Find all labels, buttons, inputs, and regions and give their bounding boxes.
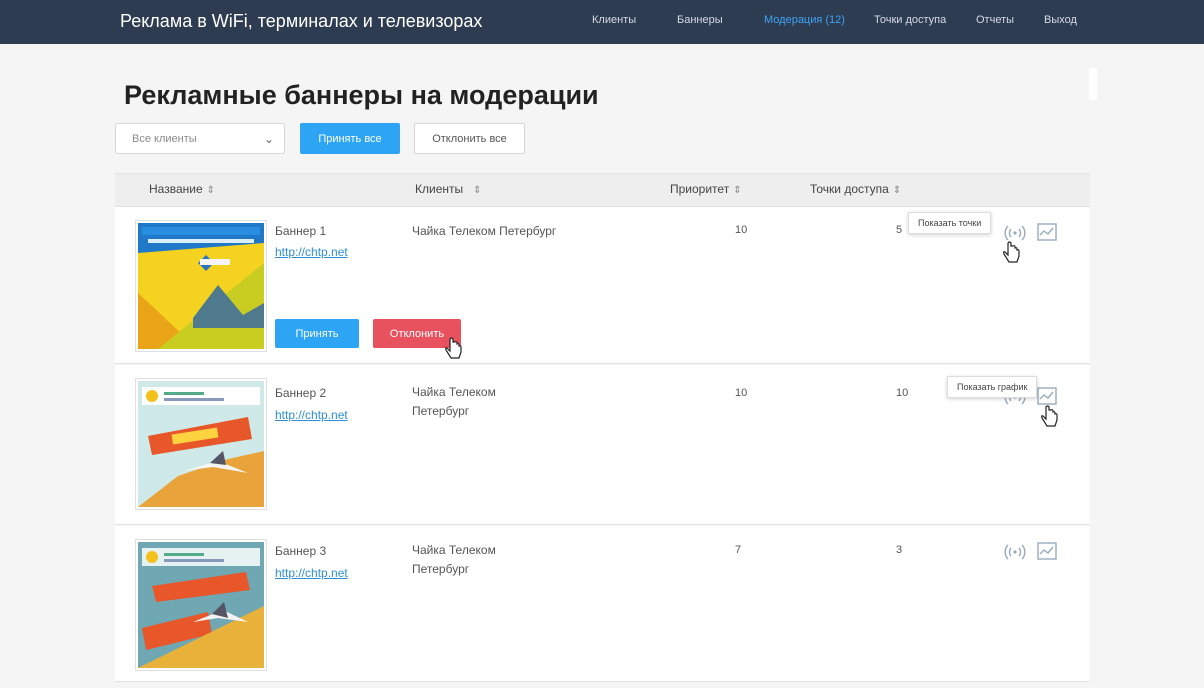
line-chart-icon[interactable] [1037, 542, 1057, 560]
hand-pointer-icon [1003, 241, 1020, 263]
banner-client: Чайка Телеком Петербург [412, 224, 557, 238]
banner-link[interactable]: http://chtp.net [275, 245, 348, 259]
banner-image [138, 381, 264, 507]
client-filter-value: Все клиенты [132, 133, 197, 145]
column-header-name[interactable]: Название ⇕ [149, 182, 215, 196]
client-filter-select[interactable]: Все клиенты ⌄ [115, 123, 285, 154]
sort-icon: ⇕ [206, 185, 216, 196]
column-header-points-label: Точки доступа [810, 182, 889, 196]
banner-name: Баннер 2 [275, 386, 327, 400]
nav-item-moderation[interactable]: Модерация (12) [764, 14, 845, 26]
sort-icon: ⇕ [892, 185, 902, 196]
table-row: Баннер 3 http://chtp.net Чайка Телеком П… [115, 526, 1090, 682]
reject-all-button[interactable]: Отклонить все [414, 123, 525, 154]
banner-priority: 7 [735, 544, 742, 556]
banner-client: Чайка Телеком Петербург [412, 383, 496, 421]
banner-link[interactable]: http://chtp.net [275, 408, 348, 422]
nav-item-banners[interactable]: Баннеры [677, 14, 723, 26]
wifi-signal-icon[interactable] [1004, 542, 1026, 562]
column-header-clients-label: Клиенты [415, 182, 464, 196]
tooltip-show-chart: Показать график [947, 376, 1038, 398]
hand-pointer-icon [1041, 405, 1058, 427]
top-navbar: Реклама в WiFi, терминалах и телевизорах… [0, 0, 1204, 44]
column-header-name-label: Название [149, 182, 203, 196]
banner-image [138, 542, 264, 668]
table-row: Баннер 1 http://chtp.net Чайка Телеком П… [115, 207, 1090, 364]
banner-client-line: Чайка Телеком [412, 543, 496, 557]
wifi-signal-icon[interactable] [1004, 223, 1026, 243]
banner-points-count: 3 [896, 544, 903, 556]
banner-points-count: 10 [896, 387, 909, 399]
banner-client-line: Чайка Телеком [412, 385, 496, 399]
sort-icon: ⇕ [473, 185, 482, 196]
table-row: Баннер 2 http://chtp.net Чайка Телеком П… [115, 365, 1090, 525]
nav-item-access-points[interactable]: Точки доступа [874, 14, 946, 26]
line-chart-icon[interactable] [1037, 387, 1057, 405]
banner-client: Чайка Телеком Петербург [412, 541, 496, 579]
column-header-priority[interactable]: Приоритет ⇕ [670, 182, 742, 196]
page-edge-panel [1089, 68, 1097, 100]
line-chart-icon[interactable] [1037, 223, 1057, 241]
banner-thumbnail[interactable] [135, 539, 267, 671]
sort-icon: ⇕ [733, 185, 742, 196]
banner-image [138, 223, 264, 349]
banner-link[interactable]: http://chtp.net [275, 566, 348, 580]
column-header-points[interactable]: Точки доступа ⇕ [810, 182, 901, 196]
banner-thumbnail[interactable] [135, 220, 267, 352]
nav-item-reports[interactable]: Отчеты [976, 14, 1014, 26]
table-header: Название ⇕ Клиенты ⇕ Приоритет ⇕ Точки дост… [115, 173, 1090, 207]
chevron-down-icon: ⌄ [263, 132, 274, 146]
banner-name: Баннер 1 [275, 224, 327, 238]
banner-priority: 10 [735, 224, 748, 236]
banner-client-line: Петербург [412, 404, 470, 418]
banner-thumbnail[interactable] [135, 378, 267, 510]
banner-priority: 10 [735, 387, 748, 399]
tooltip-show-points: Показать точки [908, 212, 992, 234]
column-header-clients[interactable]: Клиенты ⇕ [415, 182, 482, 196]
accept-button[interactable]: Принять [275, 319, 359, 348]
hand-pointer-icon [445, 337, 462, 359]
accept-all-button[interactable]: Принять все [300, 123, 400, 154]
banner-client-line: Петербург [412, 562, 470, 576]
banner-points-count: 5 [896, 224, 903, 236]
app-title[interactable]: Реклама в WiFi, терминалах и телевизорах [120, 11, 482, 32]
page-title: Рекламные баннеры на модерации [124, 80, 599, 110]
column-header-priority-label: Приоритет [670, 182, 730, 196]
banner-name: Баннер 3 [275, 544, 327, 558]
nav-item-logout[interactable]: Выход [1044, 14, 1077, 26]
nav-item-clients[interactable]: Клиенты [592, 14, 636, 26]
